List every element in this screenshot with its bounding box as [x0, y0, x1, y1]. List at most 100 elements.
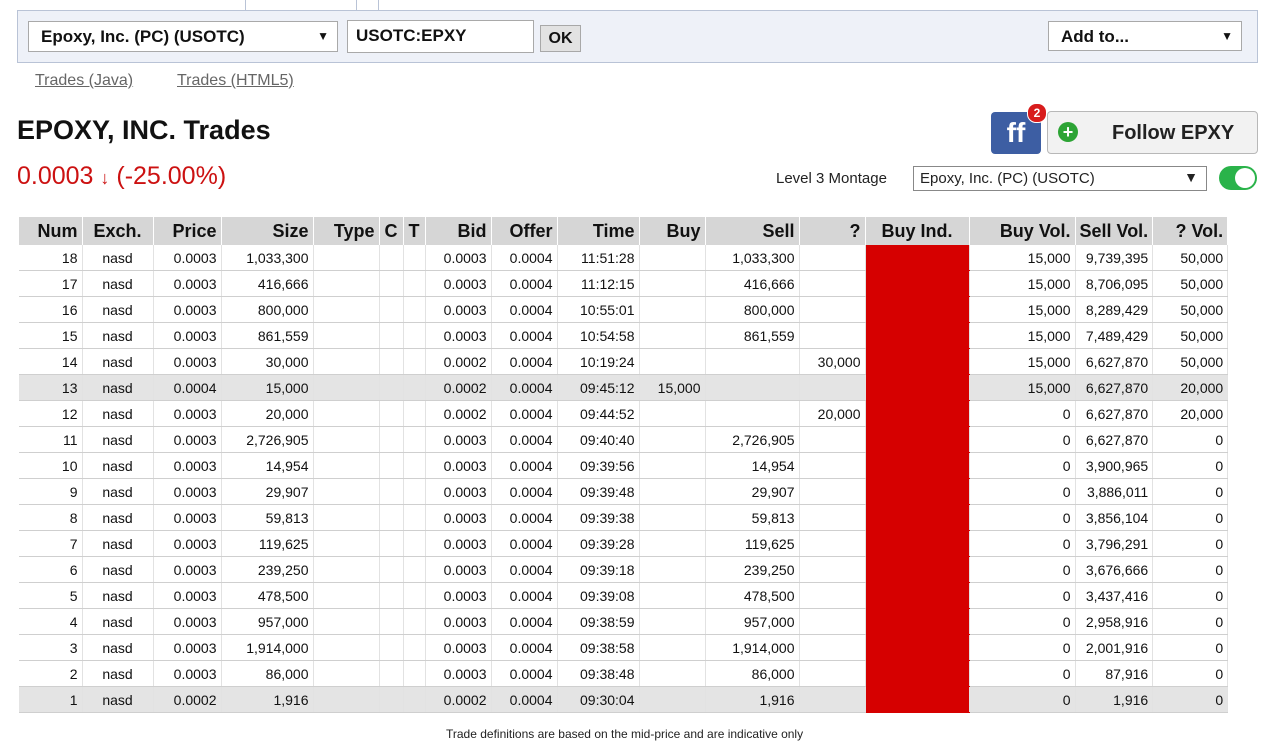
table-cell [639, 504, 706, 531]
table-cell: 0.0004 [491, 374, 558, 401]
column-header[interactable]: Time [557, 217, 640, 245]
table-row[interactable]: 2 nasd 0.0003 86,000 0.0003 0.0004 09:38:48 86,… [19, 660, 1229, 687]
table-row[interactable]: 4 nasd 0.0003 957,000 0.0003 0.0004 09:38:59 95… [19, 608, 1229, 635]
table-cell: 11:12:15 [557, 270, 640, 297]
table-row[interactable]: 6 nasd 0.0003 239,250 0.0003 0.0004 09:39:18 23… [19, 556, 1229, 583]
column-header[interactable]: ? Vol. [1152, 217, 1229, 245]
table-cell: 9 [19, 478, 83, 505]
table-cell [403, 686, 426, 713]
add-to-select[interactable]: Add to... ▼ [1048, 21, 1242, 51]
table-cell [379, 530, 404, 557]
company-select-value: Epoxy, Inc. (PC) (USOTC) [41, 27, 245, 46]
table-cell: 0.0003 [425, 452, 492, 479]
column-header[interactable]: Sell Vol. [1075, 217, 1154, 245]
table-cell: 0.0002 [425, 374, 492, 401]
table-cell: 10:54:58 [557, 322, 640, 349]
buy-indicator-cell [865, 608, 970, 635]
table-cell [379, 374, 404, 401]
column-header[interactable]: T [403, 217, 426, 245]
table-cell [639, 452, 706, 479]
table-row[interactable]: 16 nasd 0.0003 800,000 0.0003 0.0004 10:55:01 8… [19, 296, 1229, 323]
table-cell [313, 374, 380, 401]
column-header[interactable]: Size [221, 217, 314, 245]
table-cell: 15,000 [639, 374, 706, 401]
column-header[interactable]: C [379, 217, 404, 245]
table-cell: 15,000 [969, 374, 1076, 401]
column-header[interactable]: Bid [425, 217, 492, 245]
table-cell: 1 [19, 686, 83, 713]
column-header[interactable]: Sell [705, 217, 800, 245]
buy-indicator-cell [865, 245, 970, 271]
table-cell: 0.0004 [153, 374, 222, 401]
table-cell: 416,666 [705, 270, 800, 297]
table-cell: 0.0003 [153, 556, 222, 583]
table-cell: 29,907 [705, 478, 800, 505]
trades-java-link[interactable]: Trades (Java) [35, 72, 133, 90]
table-row[interactable]: 14 nasd 0.0003 30,000 0.0002 0.0004 10:19:24 30… [19, 348, 1229, 375]
company-select[interactable]: Epoxy, Inc. (PC) (USOTC) ▼ [28, 21, 338, 52]
table-row[interactable]: 11 nasd 0.0003 2,726,905 0.0003 0.0004 09:40:4… [19, 426, 1229, 453]
buy-indicator-cell [865, 296, 970, 323]
table-cell: nasd [82, 245, 154, 271]
table-cell: nasd [82, 348, 154, 375]
table-cell: 0.0003 [425, 296, 492, 323]
table-cell: 800,000 [705, 296, 800, 323]
table-cell: 0.0003 [153, 608, 222, 635]
column-header[interactable]: ? [799, 217, 866, 245]
table-row[interactable]: 12 nasd 0.0003 20,000 0.0002 0.0004 09:44:52 20… [19, 400, 1229, 427]
level3-select[interactable]: Epoxy, Inc. (PC) (USOTC) ▼ [913, 166, 1207, 191]
table-cell [379, 245, 404, 271]
table-row[interactable]: 13 nasd 0.0004 15,000 0.0002 0.0004 09:45:12 15… [19, 374, 1229, 401]
column-header[interactable]: Price [153, 217, 222, 245]
table-cell: 2,958,916 [1075, 608, 1154, 635]
table-row[interactable]: 17 nasd 0.0003 416,666 0.0003 0.0004 11:12:15 4… [19, 270, 1229, 297]
table-cell [313, 322, 380, 349]
buy-indicator-cell [865, 582, 970, 609]
table-cell: 0.0004 [491, 426, 558, 453]
table-cell: 2 [19, 660, 83, 687]
table-row[interactable]: 1 nasd 0.0002 1,916 0.0002 0.0004 09:30:04 1,91… [19, 686, 1229, 713]
table-row[interactable]: 5 nasd 0.0003 478,500 0.0003 0.0004 09:39:08 47… [19, 582, 1229, 609]
symbol-input[interactable]: USOTC:EPXY [347, 20, 534, 53]
buy-indicator-cell [865, 504, 970, 531]
table-cell: 1,033,300 [705, 245, 800, 271]
table-cell [639, 660, 706, 687]
table-cell [313, 608, 380, 635]
table-cell [379, 660, 404, 687]
table-cell: 0.0003 [425, 608, 492, 635]
table-cell [379, 400, 404, 427]
column-header[interactable]: Type [313, 217, 380, 245]
column-header[interactable]: Buy Ind. [865, 217, 970, 245]
table-cell: 0.0004 [491, 478, 558, 505]
table-cell: 0 [969, 400, 1076, 427]
table-cell: 10 [19, 452, 83, 479]
table-row[interactable]: 7 nasd 0.0003 119,625 0.0003 0.0004 09:39:28 11… [19, 530, 1229, 557]
table-row[interactable]: 3 nasd 0.0003 1,914,000 0.0003 0.0004 09:38:58… [19, 634, 1229, 661]
table-row[interactable]: 9 nasd 0.0003 29,907 0.0003 0.0004 09:39:48 29,… [19, 478, 1229, 505]
table-cell [705, 348, 800, 375]
level3-toggle[interactable] [1219, 166, 1257, 190]
buy-indicator-cell [865, 556, 970, 583]
table-cell [313, 582, 380, 609]
column-header[interactable]: Buy Vol. [969, 217, 1076, 245]
table-row[interactable]: 15 nasd 0.0003 861,559 0.0003 0.0004 10:54:58 8… [19, 322, 1229, 349]
trades-html5-link[interactable]: Trades (HTML5) [177, 72, 294, 90]
table-row[interactable]: 18 nasd 0.0003 1,033,300 0.0003 0.0004 11:51:2… [19, 245, 1229, 271]
table-cell [379, 504, 404, 531]
table-row[interactable]: 8 nasd 0.0003 59,813 0.0003 0.0004 09:39:38 59,… [19, 504, 1229, 531]
column-header[interactable]: Buy [639, 217, 706, 245]
follow-button[interactable]: + Follow EPXY [1047, 111, 1258, 154]
table-cell: 0.0003 [153, 400, 222, 427]
buy-indicator-cell [865, 374, 970, 401]
table-cell: 0.0004 [491, 660, 558, 687]
column-header[interactable]: Exch. [82, 217, 154, 245]
ok-button[interactable]: OK [540, 25, 581, 52]
table-cell: 50,000 [1152, 245, 1229, 271]
table-cell: 15,000 [221, 374, 314, 401]
table-cell: 3,900,965 [1075, 452, 1154, 479]
table-row[interactable]: 10 nasd 0.0003 14,954 0.0003 0.0004 09:39:56 14… [19, 452, 1229, 479]
column-header[interactable]: Offer [491, 217, 558, 245]
table-cell [379, 556, 404, 583]
column-header[interactable]: Num [19, 217, 83, 245]
table-cell: 0.0003 [425, 582, 492, 609]
